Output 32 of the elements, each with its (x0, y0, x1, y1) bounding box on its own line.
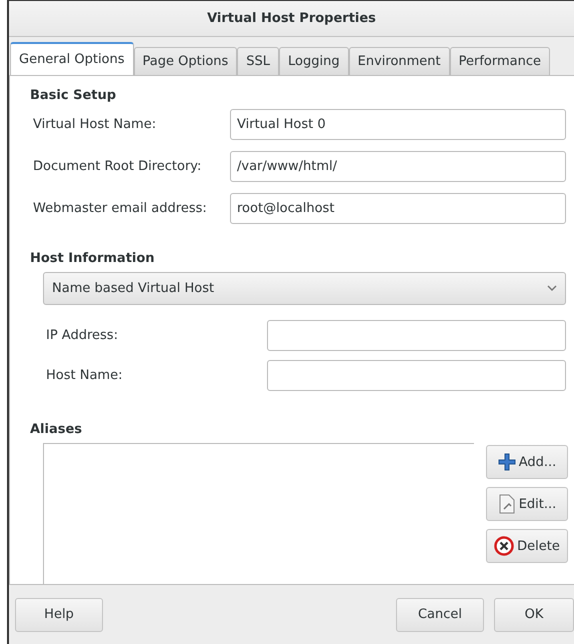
delete-icon (494, 536, 514, 556)
tab[interactable]: Logging (279, 47, 349, 75)
cancel-button[interactable]: Cancel (396, 598, 484, 632)
tab[interactable]: General Options (10, 42, 134, 75)
input-field[interactable]: root@localhost (230, 193, 566, 224)
field-label: Host Name: (45, 368, 124, 383)
input-field[interactable] (267, 320, 566, 351)
chevron-down-icon (547, 285, 557, 292)
plus-icon (498, 453, 516, 471)
input-field[interactable] (267, 360, 566, 391)
section-heading: Basic Setup (30, 88, 118, 103)
tab[interactable]: Performance (450, 47, 550, 75)
delete-button[interactable]: Delete (486, 529, 568, 563)
field-label: Document Root Directory: (32, 159, 202, 174)
help-button[interactable]: Help (15, 598, 103, 632)
document-wrench-icon (498, 494, 516, 514)
tab[interactable]: Page Options (134, 47, 238, 75)
aliases-list[interactable] (43, 443, 474, 584)
add-button[interactable]: Add... (486, 445, 568, 479)
field-label: Virtual Host Name: (32, 117, 158, 132)
tab[interactable]: Environment (348, 47, 450, 75)
field-label: IP Address: (45, 328, 119, 343)
input-field[interactable]: /var/www/html/ (230, 151, 566, 182)
field-label: Webmaster email address: (32, 201, 208, 216)
tab[interactable]: SSL (237, 47, 280, 75)
ok-button[interactable]: OK (494, 598, 574, 632)
section-heading: Aliases (30, 422, 84, 437)
input-field[interactable]: Virtual Host 0 (230, 109, 566, 140)
section-heading: Host Information (30, 251, 156, 266)
edit-button[interactable]: Edit... (486, 487, 568, 521)
window-title: Virtual Host Properties (9, 1, 574, 37)
host-type-dropdown[interactable]: Name based Virtual Host (43, 272, 566, 305)
